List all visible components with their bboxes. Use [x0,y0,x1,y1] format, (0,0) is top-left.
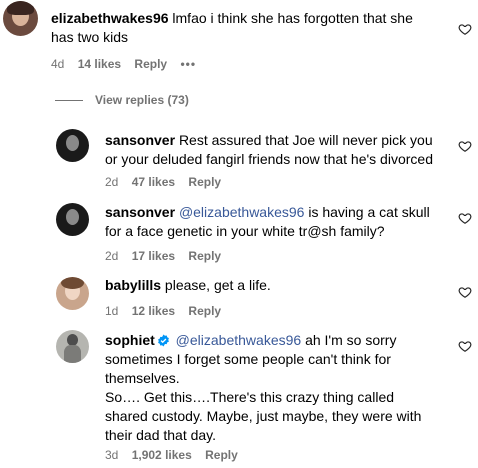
username[interactable]: sansonver [105,132,175,148]
timestamp: 3d [105,448,119,462]
heart-icon[interactable] [458,211,472,225]
likes-count[interactable]: 1,902 likes [132,448,192,462]
timestamp: 2d [105,175,119,189]
reply-meta: 2d 47 likes Reply [105,175,231,189]
reply-body-continued: So…. Get this….There's this crazy thing … [105,389,422,443]
reply-button[interactable]: Reply [205,448,238,462]
divider-line [55,99,83,101]
avatar[interactable] [56,277,89,310]
heart-icon[interactable] [458,139,472,153]
reply-meta: 3d 1,902 likes Reply [105,448,248,462]
username[interactable]: sophiet [105,332,155,348]
username[interactable]: elizabethwakes96 [51,10,169,26]
reply-meta: 1d 12 likes Reply [105,304,231,318]
timestamp: 1d [105,304,119,318]
timestamp: 2d [105,249,119,263]
reply-button[interactable]: Reply [188,249,221,263]
reply-body: please, get a life. [164,277,271,293]
reply-button[interactable]: Reply [134,57,167,71]
view-replies-button[interactable]: View replies (73) [55,93,189,107]
likes-count[interactable]: 17 likes [132,249,175,263]
username[interactable]: sansonver [105,204,175,220]
likes-count[interactable]: 14 likes [78,57,121,71]
comment-text: elizabethwakes96 lmfao i think she has f… [51,9,431,47]
likes-count[interactable]: 12 likes [132,304,175,318]
heart-icon[interactable] [458,339,472,353]
avatar[interactable] [56,129,89,162]
heart-icon[interactable] [458,22,472,36]
mention-link[interactable]: @elizabethwakes96 [179,204,305,220]
mention-link[interactable]: @elizabethwakes96 [176,332,302,348]
verified-badge-icon [157,334,169,347]
view-replies-label: View replies (73) [95,93,189,107]
avatar[interactable] [56,330,89,363]
reply-button[interactable]: Reply [188,304,221,318]
avatar[interactable] [3,1,38,36]
heart-icon[interactable] [458,285,472,299]
reply-meta: 2d 17 likes Reply [105,249,231,263]
username[interactable]: babylills [105,277,161,293]
comment-meta: 4d 14 likes Reply ••• [51,57,206,71]
avatar[interactable] [56,203,89,236]
reply-button[interactable]: Reply [188,175,221,189]
likes-count[interactable]: 47 likes [132,175,175,189]
timestamp: 4d [51,57,65,71]
more-options-icon[interactable]: ••• [180,57,196,71]
